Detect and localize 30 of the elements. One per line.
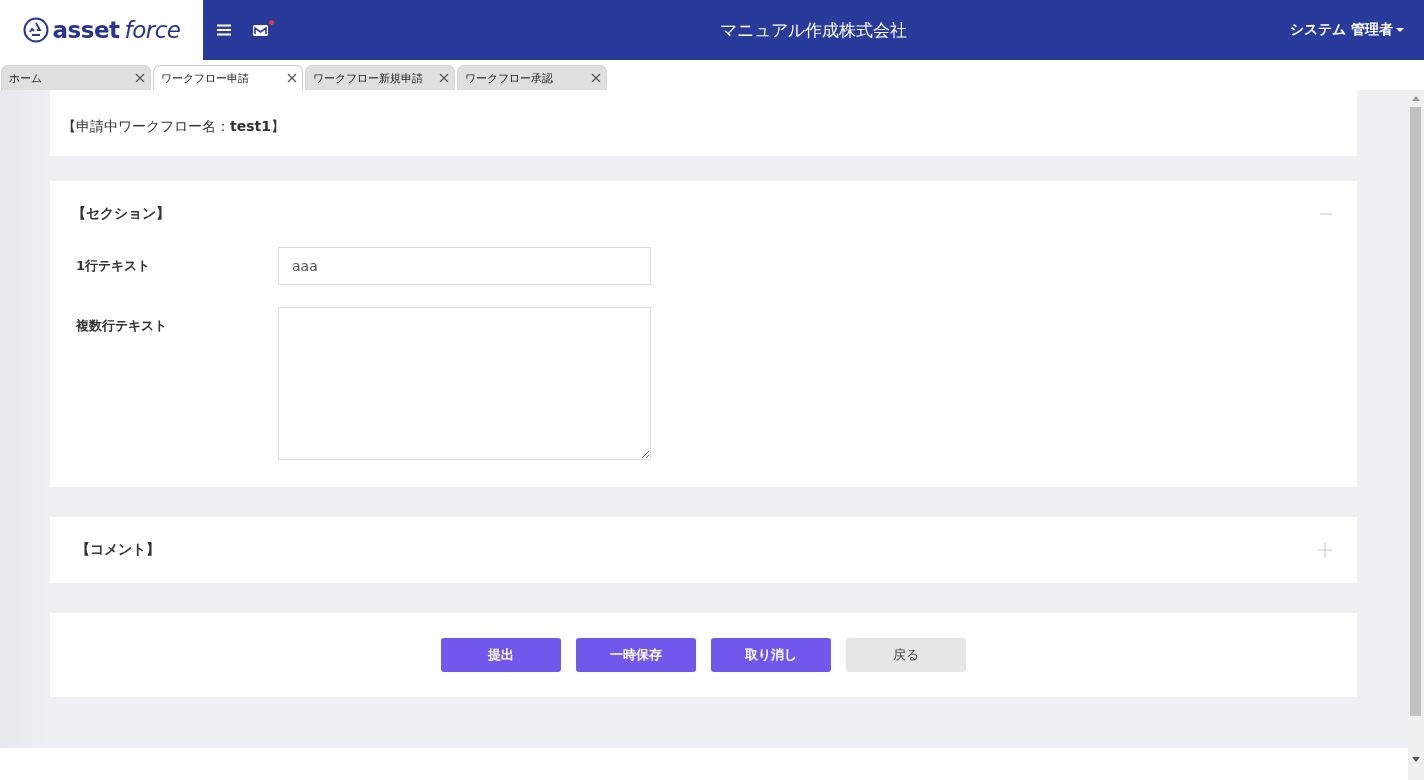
tab-label: ホーム <box>9 70 42 86</box>
scrollbar[interactable] <box>1408 90 1424 780</box>
company-name: マニュアル作成株式会社 <box>720 18 907 42</box>
text-field[interactable]: aaa <box>278 247 651 285</box>
menu-icon[interactable] <box>217 24 231 36</box>
tab-label: ワークフロー承認 <box>465 70 553 86</box>
tab[interactable]: ワークフロー承認 <box>457 65 607 90</box>
action-button[interactable]: 一時保存 <box>576 638 696 672</box>
section-title: 【セクション】 <box>72 205 170 223</box>
caret-icon <box>1396 28 1404 32</box>
close-icon[interactable] <box>287 73 297 83</box>
tab[interactable]: ワークフロー新規申請 <box>305 65 455 90</box>
tab-label: ワークフロー新規申請 <box>313 70 423 86</box>
scroll-down-icon[interactable] <box>1412 757 1420 762</box>
tab-label: ワークフロー申請 <box>161 70 249 86</box>
tab[interactable]: ワークフロー申請 <box>153 65 303 90</box>
tab[interactable]: ホーム <box>1 65 151 90</box>
close-icon[interactable] <box>591 73 601 83</box>
section-title: 【コメント】 <box>76 541 160 559</box>
user-menu[interactable]: システム 管理者 <box>1284 20 1410 40</box>
action-button[interactable]: 提出 <box>441 638 561 672</box>
back-button[interactable]: 戻る <box>846 638 966 672</box>
workflow-name: 【申請中ワークフロー名：test1】 <box>61 117 286 136</box>
close-icon[interactable] <box>439 73 449 83</box>
textarea-field[interactable] <box>278 307 651 460</box>
mail-icon[interactable] <box>253 19 274 36</box>
field-label: 1行テキスト <box>76 257 152 275</box>
action-button[interactable]: 取り消し <box>711 638 831 672</box>
field-label: 複数行テキスト <box>76 317 168 335</box>
close-icon[interactable] <box>135 73 145 83</box>
